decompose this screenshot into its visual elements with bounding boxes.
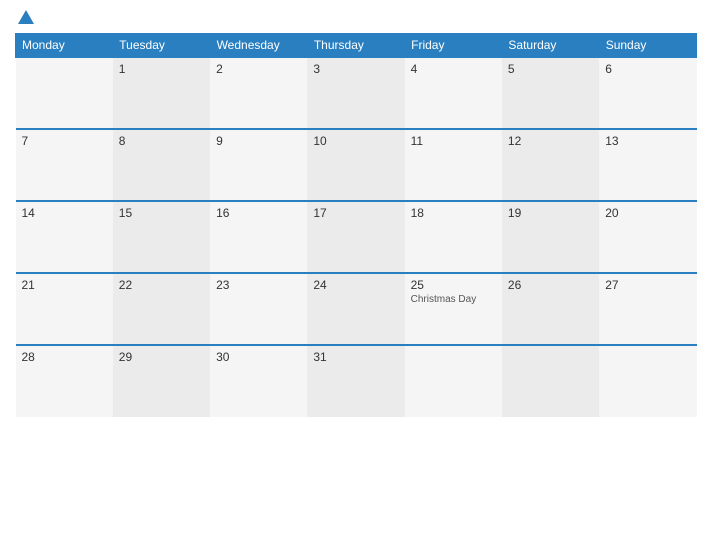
calendar-cell: 15: [113, 201, 210, 273]
calendar-table: MondayTuesdayWednesdayThursdayFridaySatu…: [15, 33, 697, 417]
week-row-1: 123456: [16, 57, 697, 129]
day-number: 2: [216, 62, 301, 76]
calendar-cell: 21: [16, 273, 113, 345]
calendar-cell: 25 Christmas Day: [405, 273, 502, 345]
calendar-cell: 20: [599, 201, 696, 273]
weekday-header-monday: Monday: [16, 34, 113, 58]
day-number: 11: [411, 134, 496, 148]
calendar-cell: 16: [210, 201, 307, 273]
calendar-cell: 19: [502, 201, 599, 273]
calendar-cell: 11: [405, 129, 502, 201]
week-row-5: 28 29 30 31: [16, 345, 697, 417]
weekday-header-friday: Friday: [405, 34, 502, 58]
day-number: 28: [22, 350, 107, 364]
day-number: 25: [411, 278, 496, 292]
calendar-cell: 12: [502, 129, 599, 201]
day-number: 10: [313, 134, 398, 148]
calendar-cell: 22: [113, 273, 210, 345]
calendar-cell: 27: [599, 273, 696, 345]
weekday-header-thursday: Thursday: [307, 34, 404, 58]
calendar-cell: 7: [16, 129, 113, 201]
calendar-container: MondayTuesdayWednesdayThursdayFridaySatu…: [0, 0, 712, 550]
day-number: 14: [22, 206, 107, 220]
calendar-cell: 2: [210, 57, 307, 129]
day-number: 8: [119, 134, 204, 148]
calendar-cell: [16, 57, 113, 129]
calendar-cell: 14: [16, 201, 113, 273]
weekday-header-sunday: Sunday: [599, 34, 696, 58]
calendar-cell: 30: [210, 345, 307, 417]
weekday-header-wednesday: Wednesday: [210, 34, 307, 58]
calendar-cell: 26: [502, 273, 599, 345]
calendar-cell: 6: [599, 57, 696, 129]
calendar-cell: 5: [502, 57, 599, 129]
calendar-cell: 24: [307, 273, 404, 345]
calendar-cell: 18: [405, 201, 502, 273]
day-number: 5: [508, 62, 593, 76]
day-number: 3: [313, 62, 398, 76]
weekday-header-saturday: Saturday: [502, 34, 599, 58]
calendar-cell: 4: [405, 57, 502, 129]
weekday-header-tuesday: Tuesday: [113, 34, 210, 58]
week-row-2: 789 10 11 12 13: [16, 129, 697, 201]
calendar-cell: 1: [113, 57, 210, 129]
day-number: 22: [119, 278, 204, 292]
calendar-cell: 9: [210, 129, 307, 201]
day-number: 30: [216, 350, 301, 364]
calendar-cell: [599, 345, 696, 417]
day-number: 17: [313, 206, 398, 220]
week-row-3: 14 15 16 17 18 19 20: [16, 201, 697, 273]
day-number: 31: [313, 350, 398, 364]
day-number: 23: [216, 278, 301, 292]
calendar-cell: [502, 345, 599, 417]
day-number: 9: [216, 134, 301, 148]
calendar-cell: 28: [16, 345, 113, 417]
day-number: 16: [216, 206, 301, 220]
day-number: 20: [605, 206, 690, 220]
week-row-4: 21 22 23 24 25 Christmas Day 26 27: [16, 273, 697, 345]
event-label: Christmas Day: [411, 294, 496, 305]
day-number: 15: [119, 206, 204, 220]
calendar-cell: 23: [210, 273, 307, 345]
day-number: 4: [411, 62, 496, 76]
calendar-cell: 29: [113, 345, 210, 417]
day-number: 29: [119, 350, 204, 364]
calendar-cell: 17: [307, 201, 404, 273]
day-number: 27: [605, 278, 690, 292]
calendar-cell: [405, 345, 502, 417]
day-number: 21: [22, 278, 107, 292]
day-number: 26: [508, 278, 593, 292]
weekday-header-row: MondayTuesdayWednesdayThursdayFridaySatu…: [16, 34, 697, 58]
day-number: 1: [119, 62, 204, 76]
calendar-cell: 3: [307, 57, 404, 129]
day-number: 24: [313, 278, 398, 292]
day-number: 13: [605, 134, 690, 148]
calendar-cell: 10: [307, 129, 404, 201]
calendar-cell: 31: [307, 345, 404, 417]
calendar-cell: 8: [113, 129, 210, 201]
day-number: 7: [22, 134, 107, 148]
day-number: 12: [508, 134, 593, 148]
day-number: 18: [411, 206, 496, 220]
logo: [15, 10, 34, 25]
calendar-cell: 13: [599, 129, 696, 201]
calendar-header: [15, 10, 697, 25]
logo-triangle-icon: [18, 10, 34, 24]
day-number: 19: [508, 206, 593, 220]
day-number: 6: [605, 62, 690, 76]
